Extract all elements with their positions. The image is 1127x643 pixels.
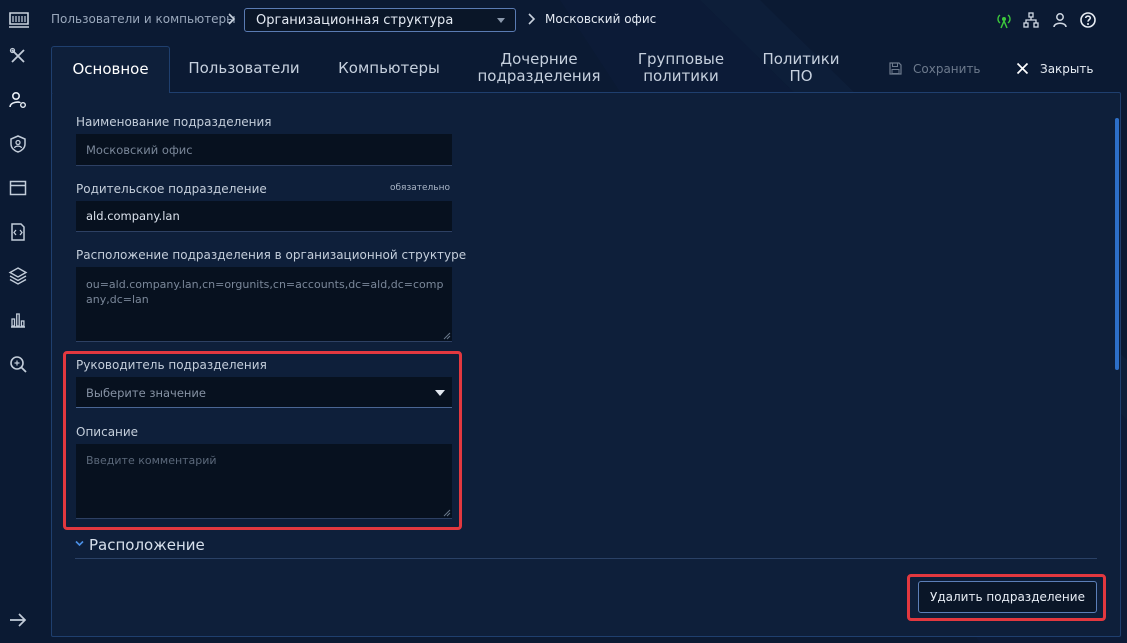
scrollbar[interactable] <box>1115 118 1119 630</box>
tab-general[interactable]: Основное <box>51 46 170 93</box>
parent-input[interactable]: ald.company.lan <box>76 201 452 232</box>
tab-child-units[interactable]: Дочерние подразделения <box>477 46 601 93</box>
network-icon[interactable] <box>1022 11 1040 29</box>
top-bar: Пользователи и компьютеры Организационна… <box>0 0 1127 40</box>
tab-software-policies[interactable]: Политики ПО <box>759 46 843 93</box>
section-divider <box>75 558 1097 559</box>
structure-select[interactable]: Организационная структура <box>244 8 516 32</box>
signal-icon[interactable] <box>995 11 1013 29</box>
users-settings-icon[interactable] <box>8 90 28 110</box>
chevron-right-icon <box>528 13 536 25</box>
app-logo-icon[interactable] <box>8 10 30 30</box>
save-button[interactable]: Сохранить <box>889 60 984 80</box>
script-icon[interactable] <box>8 222 28 242</box>
head-select[interactable]: Выберите значение <box>76 377 452 408</box>
shield-user-icon[interactable] <box>8 134 28 154</box>
description-textarea[interactable]: Введите комментарий <box>76 444 452 519</box>
tab-general-label: Основное <box>72 60 149 78</box>
head-label: Руководитель подразделения <box>76 358 267 372</box>
tab-software-policies-label: Политики ПО <box>762 50 840 85</box>
floppy-disk-icon <box>889 62 902 75</box>
tab-group-policies-label: Групповые политики <box>637 50 725 85</box>
close-icon <box>1016 62 1029 75</box>
description-placeholder: Введите комментарий <box>86 454 217 467</box>
window-icon[interactable] <box>8 178 28 198</box>
close-button-label: Закрыть <box>1040 62 1094 76</box>
tab-group-policies[interactable]: Групповые политики <box>631 46 731 93</box>
section-title: Расположение <box>89 536 205 554</box>
chevron-down-icon <box>497 18 505 23</box>
tab-bar: Основное Пользователи Компьютеры Дочерни… <box>51 46 1121 93</box>
chevron-down-icon <box>435 390 445 396</box>
location-label: Расположение подразделения в организацио… <box>76 248 467 262</box>
required-hint: обязательно <box>390 183 450 193</box>
arrow-right-icon[interactable] <box>8 610 28 630</box>
description-label: Описание <box>76 425 139 439</box>
delete-unit-button[interactable]: Удалить подразделение <box>918 581 1097 613</box>
name-value: Московский офис <box>86 143 193 157</box>
tools-icon[interactable] <box>8 46 28 66</box>
user-icon[interactable] <box>1051 11 1069 29</box>
name-label: Наименование подразделения <box>76 115 272 129</box>
tab-users-label: Пользователи <box>188 59 300 77</box>
sidebar <box>0 40 36 643</box>
parent-label: Родительское подразделение <box>76 182 267 196</box>
layers-icon[interactable] <box>8 266 28 286</box>
scrollbar-thumb[interactable] <box>1115 118 1119 370</box>
tab-computers-label: Компьютеры <box>338 59 440 77</box>
location-textarea[interactable]: ou=ald.company.lan,cn=orgunits,cn=accoun… <box>76 267 452 342</box>
help-icon[interactable] <box>1079 11 1097 29</box>
name-input[interactable]: Московский офис <box>76 134 452 166</box>
structure-select-value: Организационная структура <box>256 13 454 28</box>
resize-grip-icon[interactable] <box>443 332 451 340</box>
chart-icon[interactable] <box>8 310 28 330</box>
resize-grip-icon[interactable] <box>443 509 451 517</box>
breadcrumb-root[interactable]: Пользователи и компьютеры <box>51 12 236 26</box>
search-doc-icon[interactable] <box>8 354 28 374</box>
chevron-right-icon <box>228 13 236 25</box>
tab-users[interactable]: Пользователи <box>181 46 307 93</box>
head-placeholder: Выберите значение <box>86 386 206 400</box>
breadcrumb-current: Московский офис <box>545 12 657 26</box>
close-button[interactable]: Закрыть <box>1016 60 1096 80</box>
parent-value: ald.company.lan <box>86 209 180 223</box>
chevron-down-icon <box>75 540 84 547</box>
location-value: ou=ald.company.lan,cn=orgunits,cn=accoun… <box>86 278 444 306</box>
save-button-label: Сохранить <box>913 62 981 76</box>
tab-computers[interactable]: Компьютеры <box>331 46 447 93</box>
tab-child-units-label: Дочерние подразделения <box>477 50 601 85</box>
